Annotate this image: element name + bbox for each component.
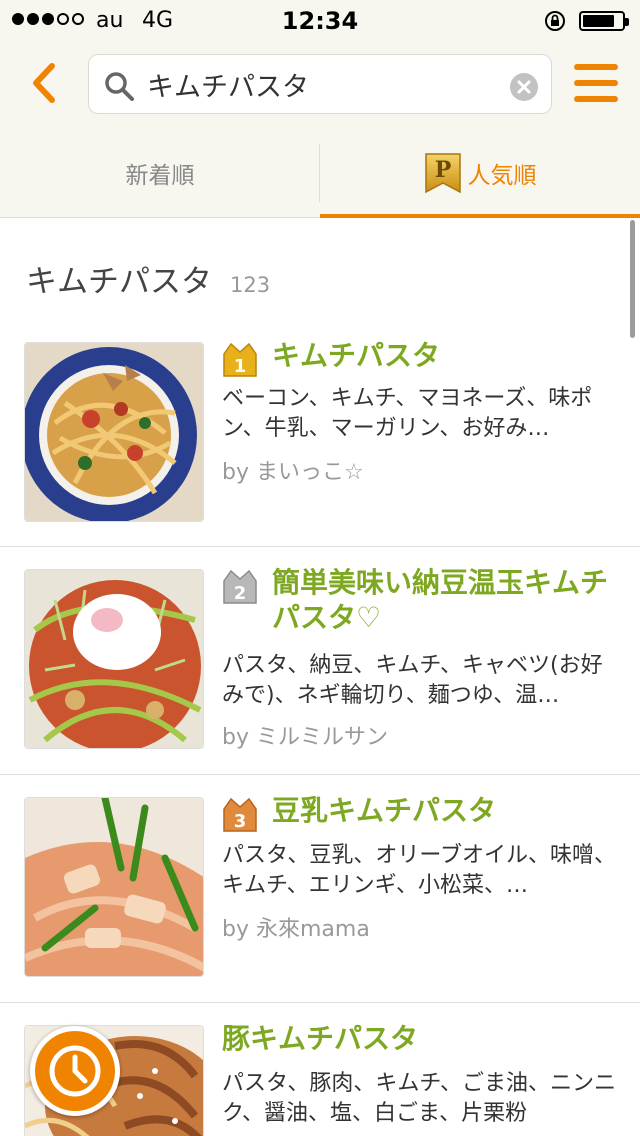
svg-text:2: 2 (234, 583, 247, 604)
clock-icon (49, 1045, 101, 1097)
recipe-photo (24, 797, 204, 977)
recipe-ingredients: パスタ、豚肉、キムチ、ごま油、ニンニク、醤油、塩、白ごま、片栗粉 (222, 1071, 617, 1126)
svg-text:P: P (434, 157, 451, 183)
hamburger-menu-icon[interactable] (574, 64, 618, 104)
recipe-author[interactable]: by 永來mama (222, 911, 370, 943)
recipe-item[interactable]: 3 豆乳キムチパスタ パスタ、豆乳、オリーブオイル、味噌、キムチ、エリンギ、小松… (0, 774, 640, 1002)
search-box[interactable] (88, 54, 552, 114)
clear-icon[interactable] (510, 73, 538, 101)
recipe-photo (24, 342, 204, 522)
rank-2-badge-icon: 2 (223, 569, 257, 604)
recipe-author[interactable]: by まいっこ☆ (222, 454, 364, 486)
status-bar: au 4G 12:34 (0, 0, 640, 40)
rank-3-badge-icon: 3 (223, 797, 257, 832)
recipe-photo (24, 569, 204, 749)
results-count: 123 (230, 273, 271, 297)
history-button[interactable] (30, 1026, 120, 1116)
recipe-ingredients: パスタ、納豆、キムチ、キャベツ(お好みで)、ネギ輪切り、麺つゆ、温… (222, 653, 603, 708)
recipe-title[interactable]: 簡単美味い納豆温玉キムチパスタ♡ (272, 565, 612, 635)
tab-label: 人気順 (467, 163, 537, 189)
recipe-item[interactable]: 2 簡単美味い納豆温玉キムチパスタ♡ パスタ、納豆、キムチ、キャベツ(お好みで)… (0, 546, 640, 774)
rank-1-badge-icon: 1 (223, 342, 257, 377)
recipe-ingredients: パスタ、豆乳、オリーブオイル、味噌、キムチ、エリンギ、小松菜、… (222, 843, 617, 898)
search-input[interactable] (147, 61, 497, 107)
battery-icon (579, 11, 629, 31)
search-icon (105, 72, 134, 101)
app-header (0, 40, 640, 128)
premium-badge-icon: P (424, 153, 461, 194)
results-header: キムチパスタ 123 (26, 256, 270, 301)
recipe-ingredients: ベーコン、キムチ、マヨネーズ、味ポン、牛乳、マーガリン、お好み… (222, 386, 593, 441)
recipe-title[interactable]: 豆乳キムチパスタ (272, 793, 612, 828)
tab-label: 新着順 (125, 163, 195, 189)
recipe-author[interactable]: by ミルミルサン (222, 719, 388, 751)
sort-tabs: 新着順 P 人気順 (0, 128, 640, 218)
recipe-item[interactable]: 1 キムチパスタ ベーコン、キムチ、マヨネーズ、味ポン、牛乳、マーガリン、お好み… (0, 320, 640, 548)
active-tab-indicator (320, 214, 640, 218)
recipe-title[interactable]: キムチパスタ (272, 338, 612, 373)
svg-text:3: 3 (234, 811, 247, 832)
chevron-left-icon[interactable] (22, 58, 66, 108)
rotation-lock-icon (545, 11, 565, 31)
tab-newest[interactable]: 新着順 (0, 128, 320, 218)
tab-popular[interactable]: P 人気順 (320, 128, 640, 218)
results-title: キムチパスタ (26, 264, 212, 300)
recipe-title[interactable]: 豚キムチパスタ (222, 1021, 612, 1056)
svg-text:1: 1 (234, 356, 247, 377)
